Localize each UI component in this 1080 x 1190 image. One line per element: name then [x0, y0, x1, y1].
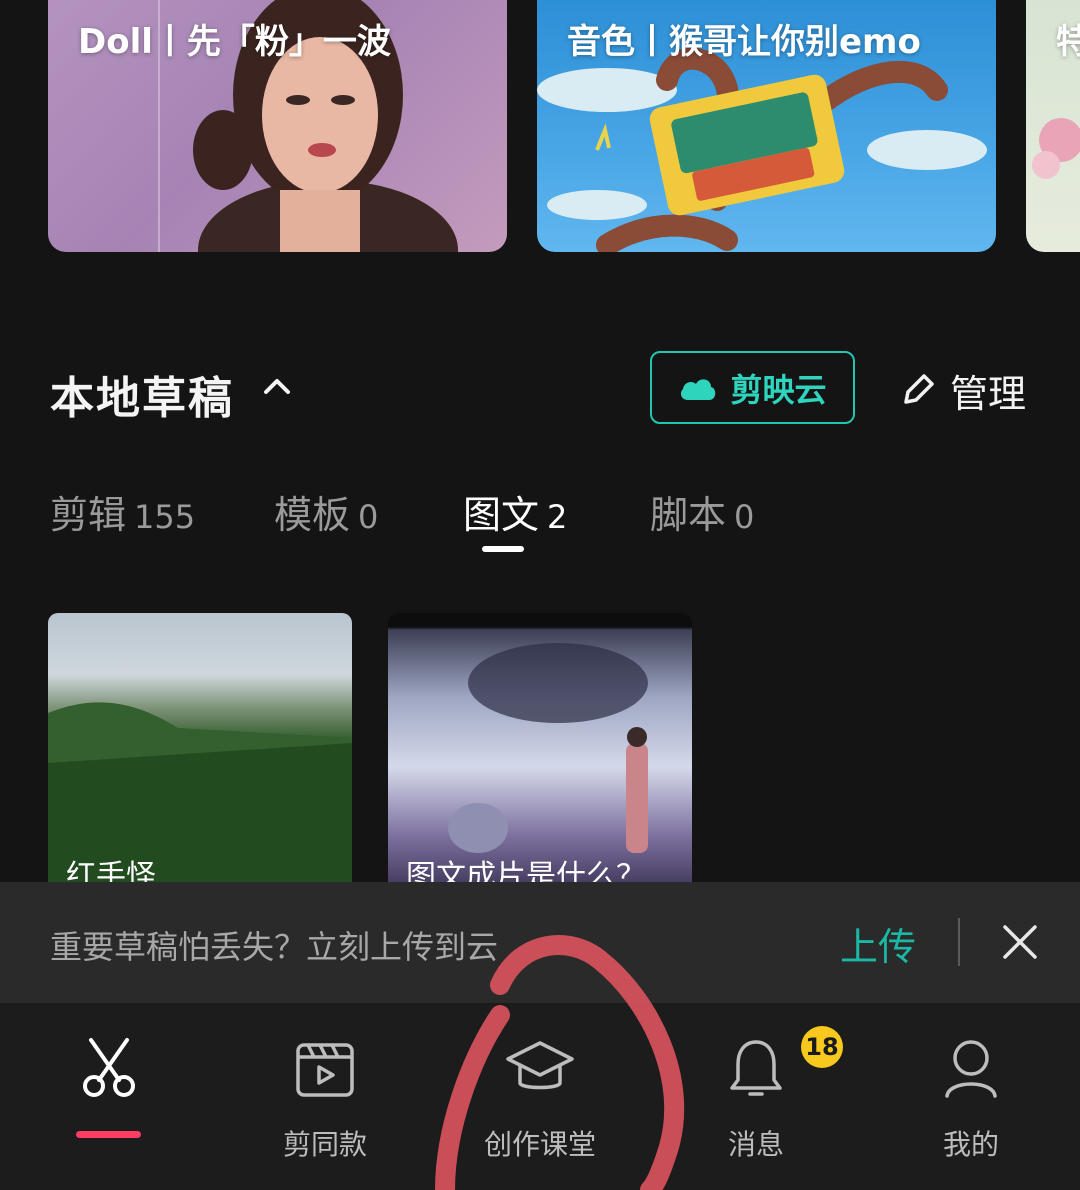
upload-button[interactable]: 上传: [840, 916, 916, 971]
draft-item[interactable]: 图文成片是什么？: [388, 613, 692, 893]
tab-label: 图文: [463, 493, 540, 537]
person-icon: [945, 1040, 997, 1098]
tab-count: 0: [358, 498, 379, 536]
bell-icon: [730, 1040, 782, 1096]
cloud-button-label: 剪映云: [730, 370, 827, 409]
tab-label: 模板: [274, 493, 351, 537]
active-tab-indicator: [482, 546, 524, 552]
tab-edit[interactable]: 剪辑 155: [50, 484, 195, 539]
banner-card-partial[interactable]: 特: [1026, 0, 1080, 252]
banner-title: Doll丨先「粉」一波: [78, 22, 391, 62]
nav-template[interactable]: 剪同款: [245, 1033, 405, 1163]
chevron-up-icon[interactable]: [262, 372, 292, 402]
tab-label: 剪辑: [50, 493, 127, 537]
nav-edit[interactable]: [29, 1033, 189, 1123]
tab-count: 2: [547, 498, 568, 536]
notification-badge: 18: [801, 1026, 843, 1068]
active-nav-indicator: [76, 1131, 141, 1138]
draft-item[interactable]: 红手怪: [48, 613, 352, 893]
tab-label: 脚本: [650, 493, 727, 537]
banner-card-doll[interactable]: Doll丨先「粉」一波: [48, 0, 507, 252]
scissors-icon: [83, 1038, 135, 1097]
upload-prompt-bar: 重要草稿怕丢失？立刻上传到云 上传: [0, 882, 1080, 1002]
tab-script[interactable]: 脚本 0: [650, 484, 754, 539]
nav-label: 创作课堂: [483, 1128, 596, 1161]
manage-button[interactable]: 管理: [898, 362, 1026, 418]
tab-image-text[interactable]: 图文 2: [463, 484, 567, 539]
nav-label: 剪同款: [282, 1128, 367, 1161]
manage-label: 管理: [950, 371, 1027, 416]
jianying-cloud-button[interactable]: 剪映云: [650, 351, 855, 424]
nav-label: 消息: [727, 1128, 784, 1161]
bottom-navigation: 剪同款 创作课堂 消息 我的: [0, 1002, 1080, 1190]
graduation-cap-icon: [506, 1041, 574, 1090]
clapperboard-icon: [296, 1043, 354, 1097]
nav-academy[interactable]: 创作课堂: [460, 1033, 620, 1163]
pencil-icon: [904, 374, 934, 404]
tab-count: 155: [134, 498, 196, 536]
local-drafts-title: 本地草稿: [50, 373, 234, 424]
cloud-icon: [681, 378, 716, 400]
nav-label: 我的: [942, 1128, 999, 1161]
nav-profile[interactable]: 我的: [891, 1033, 1051, 1163]
close-icon[interactable]: [1000, 922, 1040, 962]
divider: [958, 918, 960, 966]
banner-title: 音色丨猴哥让你别emo: [567, 22, 921, 62]
banner-title: 特: [1056, 22, 1080, 62]
banner-card-voice[interactable]: 音色丨猴哥让你别emo: [537, 0, 996, 252]
tab-template[interactable]: 模板 0: [274, 484, 378, 539]
upload-prompt-text: 重要草稿怕丢失？立刻上传到云: [50, 928, 499, 966]
tab-count: 0: [734, 498, 755, 536]
